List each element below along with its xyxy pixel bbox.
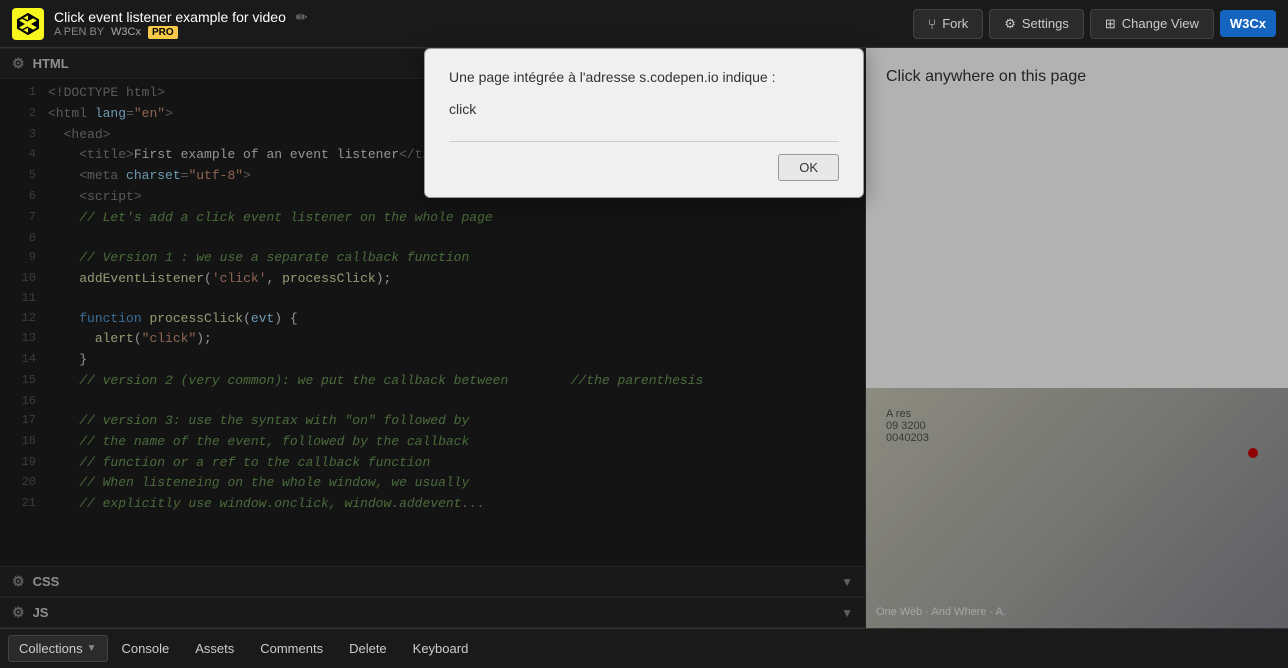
edit-icon[interactable]: ✏	[296, 9, 308, 25]
dialog-overlay: Une page intégrée à l'adresse s.codepen.…	[0, 48, 1288, 628]
delete-button[interactable]: Delete	[337, 636, 399, 661]
page-title: Click event listener example for video ✏	[54, 9, 913, 26]
assets-button[interactable]: Assets	[183, 636, 246, 661]
dialog-ok-button[interactable]: OK	[778, 154, 839, 181]
author-name: W3Cx	[111, 26, 141, 38]
fork-button[interactable]: ⑂ Fork	[913, 9, 983, 39]
console-button[interactable]: Console	[110, 636, 182, 661]
logo	[12, 8, 44, 40]
w3cx-button[interactable]: W3Cx	[1220, 10, 1276, 37]
settings-icon: ⚙	[1004, 16, 1016, 32]
header-actions: ⑂ Fork ⚙ Settings ⊞ Change View W3Cx	[913, 9, 1276, 39]
header: Click event listener example for video ✏…	[0, 0, 1288, 48]
settings-button[interactable]: ⚙ Settings	[989, 9, 1084, 39]
collections-label: Collections	[19, 641, 83, 656]
comments-button[interactable]: Comments	[248, 636, 335, 661]
content-wrapper: ⚙ HTML 1 <!DOCTYPE html> 2 <html lang="e…	[0, 48, 1288, 628]
dialog-box: Une page intégrée à l'adresse s.codepen.…	[424, 48, 864, 198]
dialog-title: Une page intégrée à l'adresse s.codepen.…	[449, 69, 839, 85]
pen-author: A PEN BY W3Cx PRO	[54, 26, 913, 38]
dialog-actions: OK	[449, 154, 839, 181]
bottom-toolbar: Collections ▼ Console Assets Comments De…	[0, 628, 1288, 668]
collections-dropdown-arrow: ▼	[87, 643, 97, 654]
dialog-message: click	[449, 101, 839, 121]
fork-icon: ⑂	[928, 16, 936, 32]
keyboard-button[interactable]: Keyboard	[401, 636, 481, 661]
dialog-divider	[449, 141, 839, 142]
change-view-icon: ⊞	[1105, 16, 1116, 32]
collections-button[interactable]: Collections ▼	[8, 635, 108, 662]
pro-badge: PRO	[148, 26, 178, 39]
codepen-logo-icon	[17, 13, 39, 35]
change-view-button[interactable]: ⊞ Change View	[1090, 9, 1214, 39]
